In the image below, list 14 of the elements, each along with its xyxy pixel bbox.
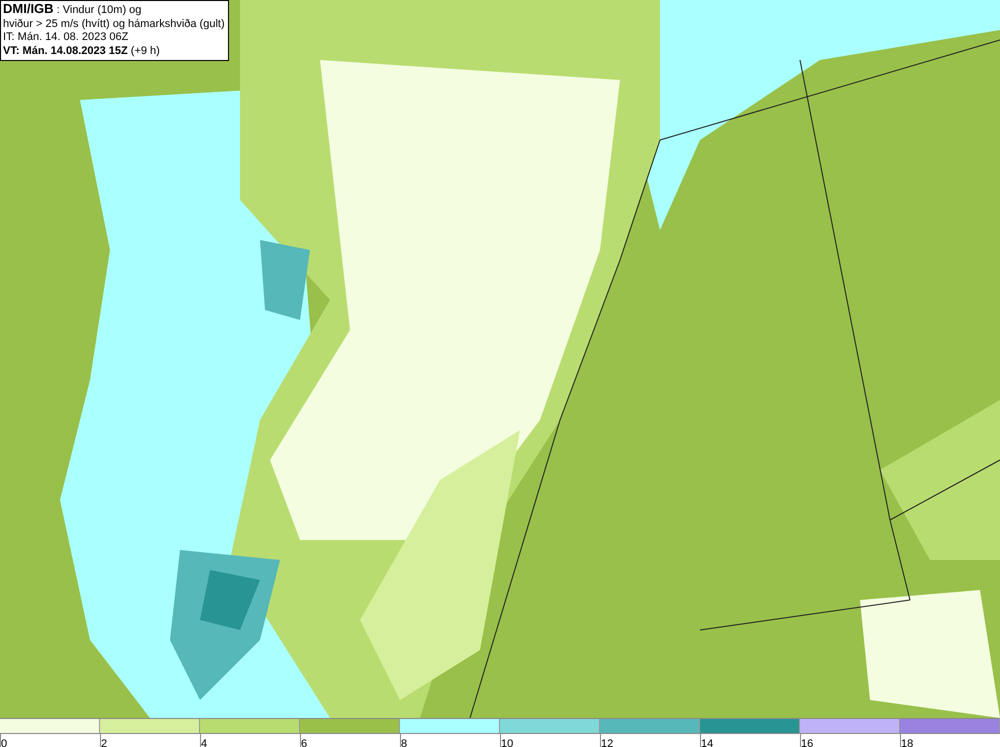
legend-text: DMI/IGB : Vindur (10m) og	[3, 2, 142, 18]
tick-label: 8	[401, 738, 408, 747]
tick-label: 18	[901, 738, 914, 747]
legend-text: VT: Mán. 14.08.2023 15Z (+9 h)	[3, 44, 161, 58]
tick-label: 10	[501, 738, 514, 747]
tick-label: 2	[101, 738, 108, 747]
tick-label: 16	[801, 738, 814, 747]
legend-text: IT: Mán. 14. 08. 2023 06Z	[3, 31, 130, 44]
tick-label: 14	[701, 738, 714, 747]
tick-label: 6	[301, 738, 308, 747]
tick-label: 0	[1, 738, 8, 747]
tick-label: 12	[601, 738, 614, 747]
legend-text: hviður > 25 m/s (hvítt) og hámarkshviða (gult)	[3, 18, 225, 31]
tick-label: 4	[201, 738, 208, 747]
